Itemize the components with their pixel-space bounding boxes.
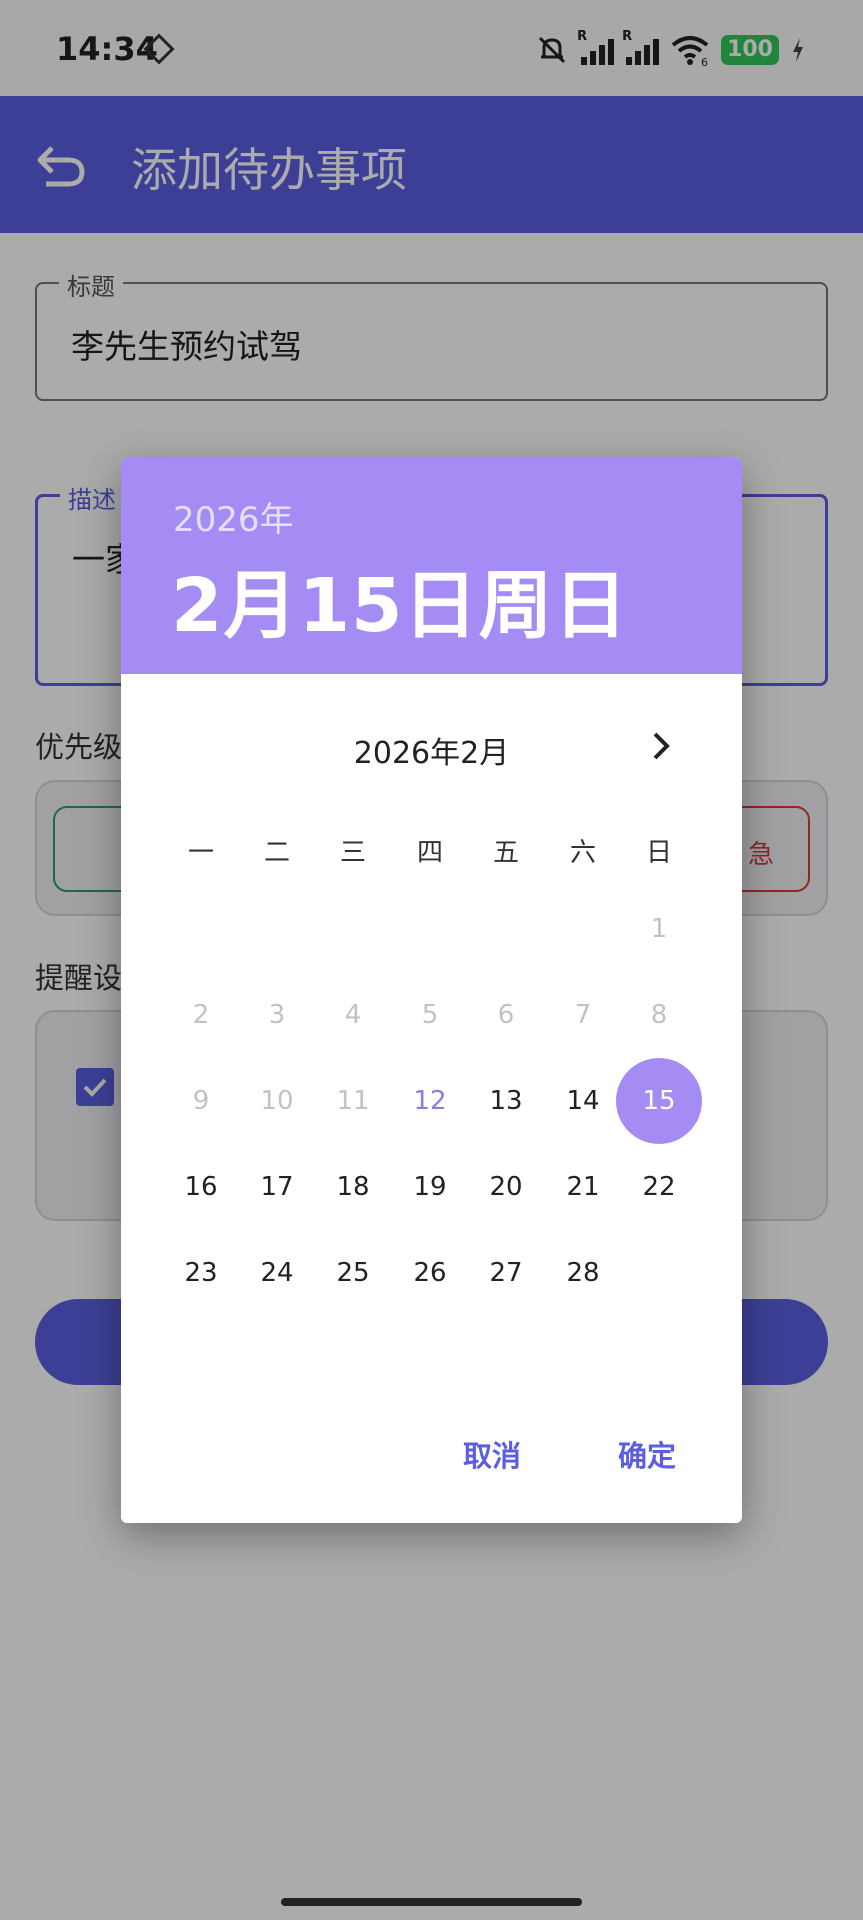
calendar-day-selected[interactable]: 15 [616, 1058, 702, 1144]
weekday-label: 二 [263, 838, 290, 868]
weekday-label: 四 [416, 838, 443, 868]
calendar-day[interactable]: 22 [616, 1144, 702, 1230]
calendar-day: 8 [650, 1000, 668, 1030]
calendar-day: 11 [336, 1086, 370, 1116]
calendar-day: 9 [192, 1086, 210, 1116]
calendar-day[interactable]: 28 [540, 1230, 626, 1316]
home-indicator[interactable] [281, 1898, 582, 1906]
calendar-day: 1 [650, 914, 668, 944]
date-picker-dialog: 2026年 2月15日周日 2026年2月 一二三四五六日 1234567891… [121, 458, 742, 1523]
calendar-day: 6 [497, 1000, 515, 1030]
calendar-day[interactable]: 12 [387, 1058, 473, 1144]
header-date: 2月15日周日 [171, 563, 629, 649]
calendar-day[interactable]: 26 [387, 1230, 473, 1316]
calendar-day[interactable]: 17 [234, 1144, 320, 1230]
weekday-label: 六 [569, 838, 596, 868]
chevron-right-icon[interactable] [641, 726, 681, 766]
calendar-day[interactable]: 18 [310, 1144, 396, 1230]
calendar-day[interactable]: 23 [158, 1230, 244, 1316]
cancel-button[interactable]: 取消 [463, 1433, 521, 1475]
calendar-day: 4 [344, 1000, 362, 1030]
calendar-day: 10 [260, 1086, 294, 1116]
weekday-label: 日 [645, 838, 672, 868]
header-year[interactable]: 2026年 [173, 492, 294, 541]
weekday-label: 三 [339, 838, 366, 868]
calendar-day[interactable]: 14 [540, 1058, 626, 1144]
date-picker-header: 2026年 2月15日周日 [121, 458, 742, 674]
calendar-day: 5 [421, 1000, 439, 1030]
calendar-day: 2 [192, 1000, 210, 1030]
weekday-label: 一 [187, 838, 214, 868]
calendar-day[interactable]: 27 [463, 1230, 549, 1316]
calendar-day[interactable]: 24 [234, 1230, 320, 1316]
confirm-button[interactable]: 确定 [618, 1433, 676, 1475]
calendar-day[interactable]: 13 [463, 1058, 549, 1144]
calendar-day[interactable]: 25 [310, 1230, 396, 1316]
calendar-day[interactable]: 21 [540, 1144, 626, 1230]
calendar-day: 3 [268, 1000, 286, 1030]
weekday-label: 五 [492, 838, 519, 868]
calendar-day[interactable]: 16 [158, 1144, 244, 1230]
calendar-day: 7 [574, 1000, 592, 1030]
calendar-day[interactable]: 19 [387, 1144, 473, 1230]
calendar-day[interactable]: 20 [463, 1144, 549, 1230]
